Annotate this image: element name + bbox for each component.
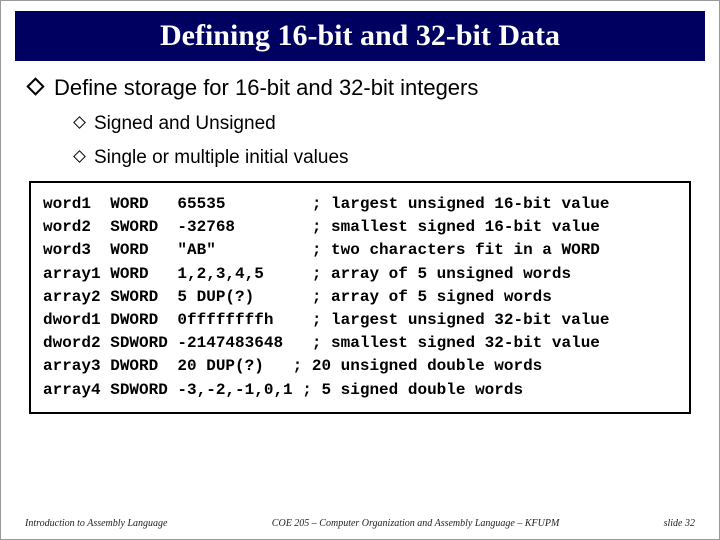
sub-bullet-list: Signed and Unsigned Single or multiple i… xyxy=(75,113,691,169)
sub-bullet: Signed and Unsigned xyxy=(75,113,691,135)
footer-center: COE 205 – Computer Organization and Asse… xyxy=(168,518,664,529)
footer: Introduction to Assembly Language COE 20… xyxy=(1,518,719,529)
diamond-bullet-icon xyxy=(26,77,44,95)
code-block: word1 WORD 65535 ; largest unsigned 16-b… xyxy=(29,181,691,414)
main-bullet: Define storage for 16-bit and 32-bit int… xyxy=(29,75,691,101)
slide-title: Defining 16-bit and 32-bit Data xyxy=(15,19,705,53)
footer-right: slide 32 xyxy=(664,518,695,529)
small-diamond-icon xyxy=(73,116,86,129)
content-area: Define storage for 16-bit and 32-bit int… xyxy=(1,61,719,169)
sub-bullet-text: Single or multiple initial values xyxy=(94,147,349,169)
sub-bullet: Single or multiple initial values xyxy=(75,147,691,169)
sub-bullet-text: Signed and Unsigned xyxy=(94,113,276,135)
small-diamond-icon xyxy=(73,150,86,163)
footer-left: Introduction to Assembly Language xyxy=(25,518,168,529)
main-bullet-text: Define storage for 16-bit and 32-bit int… xyxy=(54,75,478,101)
title-bar: Defining 16-bit and 32-bit Data xyxy=(15,11,705,61)
